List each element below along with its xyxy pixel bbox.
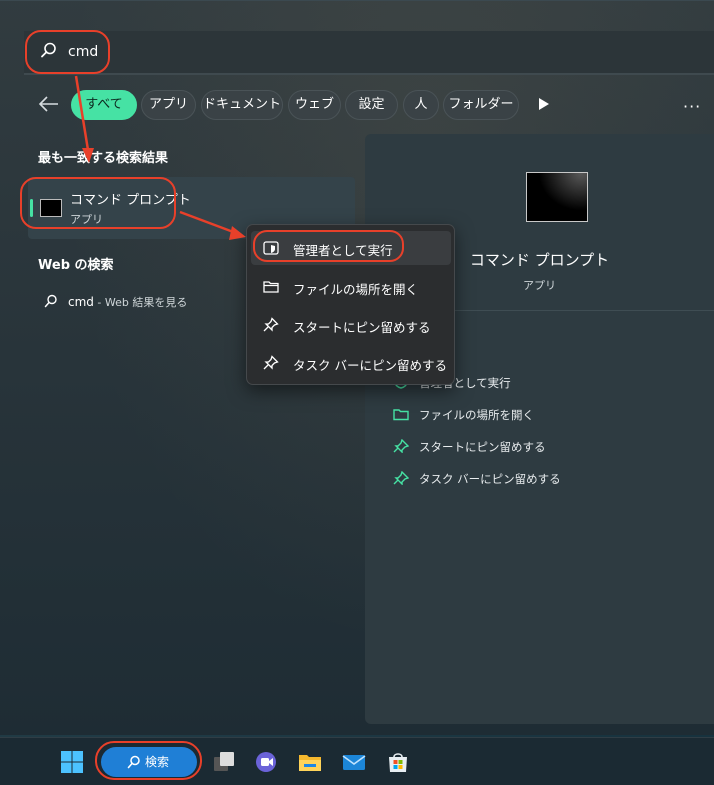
back-arrow-icon[interactable] (38, 95, 60, 113)
detail-action-label: タスク バーにピン留めする (419, 472, 561, 486)
play-icon[interactable] (538, 97, 550, 111)
detail-pane: コマンド プロンプト アプリ 管理者として実行 ファイルの場所を開く スタートに… (365, 134, 714, 724)
detail-action-label: スタートにピン留めする (419, 440, 546, 454)
detail-action-pin-start[interactable]: スタートにピン留めする (393, 439, 546, 455)
filter-chip-settings[interactable]: 設定 (345, 90, 398, 120)
annotation-run-as-admin-highlight (253, 230, 404, 262)
pin-icon (393, 471, 409, 485)
web-search-heading: Web の検索 (38, 258, 114, 273)
pin-icon (393, 439, 409, 453)
web-search-query: cmd (68, 295, 94, 309)
task-view-icon[interactable] (212, 750, 236, 774)
detail-action-open-location[interactable]: ファイルの場所を開く (393, 407, 534, 423)
annotation-taskbar-search-highlight (95, 741, 202, 780)
filter-chip-apps[interactable]: アプリ (141, 90, 196, 120)
windows-start-icon[interactable] (60, 750, 84, 774)
pin-icon (263, 317, 279, 332)
web-search-item[interactable]: cmd - Web 結果を見る (44, 294, 187, 310)
annotation-result-highlight (20, 177, 176, 229)
context-menu-label: ファイルの場所を開く (293, 282, 419, 297)
annotation-search-highlight (25, 30, 110, 74)
more-options-icon[interactable]: ··· (683, 97, 701, 116)
detail-action-pin-taskbar[interactable]: タスク バーにピン留めする (393, 471, 561, 487)
web-search-suffix: - Web 結果を見る (93, 296, 188, 309)
mail-icon[interactable] (342, 750, 366, 774)
context-menu-label: スタートにピン留めする (293, 320, 431, 335)
context-menu-label: タスク バーにピン留めする (293, 358, 447, 373)
search-panel: cmd すべて アプリ ドキュメント ウェブ 設定 人 フォルダー ··· 最も… (0, 0, 714, 735)
context-menu-pin-start[interactable]: スタートにピン留めする (251, 308, 451, 342)
search-box[interactable]: cmd (24, 31, 714, 75)
filter-chip-all[interactable]: すべて (71, 90, 137, 120)
file-explorer-icon[interactable] (298, 750, 322, 774)
command-prompt-large-icon (526, 172, 588, 222)
context-menu-open-location[interactable]: ファイルの場所を開く (251, 270, 451, 304)
folder-icon (393, 409, 409, 421)
filter-chip-documents[interactable]: ドキュメント (201, 90, 283, 120)
filter-chip-people[interactable]: 人 (403, 90, 439, 120)
context-menu-pin-taskbar[interactable]: タスク バーにピン留めする (251, 346, 451, 380)
teams-chat-icon[interactable] (254, 750, 278, 774)
folder-icon (263, 281, 279, 293)
microsoft-store-icon[interactable] (386, 750, 410, 774)
best-match-heading: 最も一致する検索結果 (38, 151, 169, 166)
filter-chip-web[interactable]: ウェブ (288, 90, 341, 120)
search-icon (44, 294, 57, 308)
filter-chip-folders[interactable]: フォルダー (443, 90, 519, 120)
detail-action-label: ファイルの場所を開く (419, 408, 534, 422)
pin-icon (263, 355, 279, 370)
